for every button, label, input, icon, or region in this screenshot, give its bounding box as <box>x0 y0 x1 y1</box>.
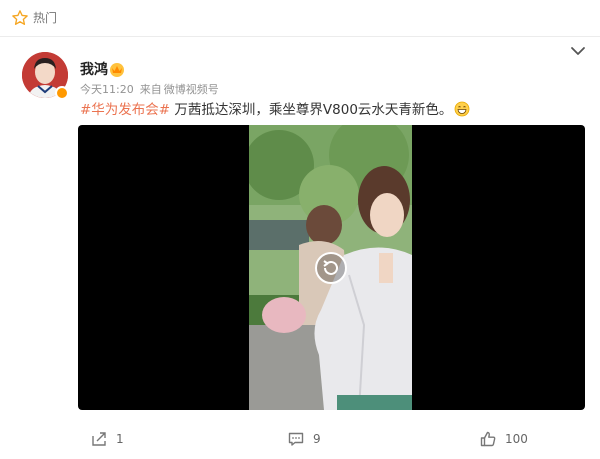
star-icon <box>12 10 28 25</box>
replay-icon[interactable] <box>314 251 348 285</box>
source-prefix: 来自 <box>139 83 162 96</box>
like-button[interactable]: 100 <box>479 424 528 454</box>
hot-label[interactable]: 热门 <box>33 10 57 26</box>
action-bar: 1 9 100 <box>0 424 600 454</box>
forward-count: 1 <box>116 432 124 446</box>
share-icon <box>92 432 106 446</box>
comment-button[interactable]: 9 <box>287 424 321 454</box>
comment-count: 9 <box>313 432 321 446</box>
forward-button[interactable]: 1 <box>90 424 124 454</box>
post-meta: 今天11:20 来自 微博视频号 <box>80 83 225 97</box>
post-text: #华为发布会# 万茜抵达深圳，乘坐尊界V800云水天青新色。 <box>80 100 470 120</box>
like-count: 100 <box>505 432 528 446</box>
post-time[interactable]: 今天11:20 <box>80 83 134 96</box>
post-source[interactable]: 微博视频号 <box>164 83 219 96</box>
top-bar: 热门 <box>0 0 600 37</box>
thumbs-up-icon <box>480 431 496 447</box>
comment-icon <box>288 432 304 446</box>
author-name[interactable]: 我鸿 <box>80 61 108 79</box>
hashtag-link[interactable]: #华为发布会# <box>80 102 170 118</box>
post-body: 万茜抵达深圳，乘坐尊界V800云水天青新色。 <box>170 102 453 118</box>
verified-badge-icon <box>55 86 69 100</box>
grin-emoji-icon <box>455 101 470 117</box>
chevron-down-icon[interactable] <box>570 45 586 57</box>
crown-badge-icon[interactable] <box>108 60 126 78</box>
video-player[interactable] <box>78 125 585 410</box>
